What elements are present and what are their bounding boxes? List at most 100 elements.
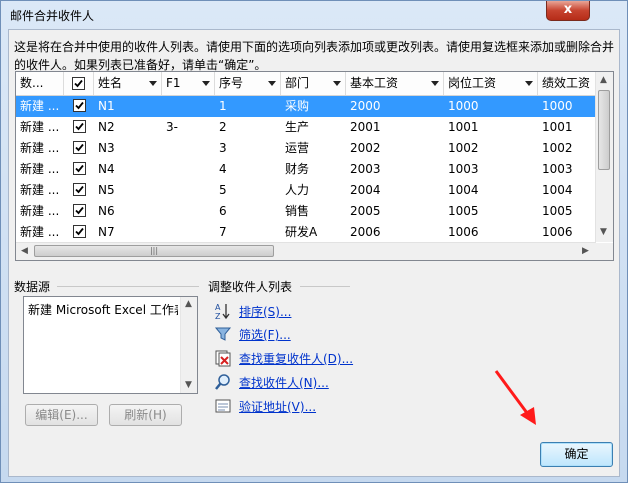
ok-button[interactable]: 确定 xyxy=(540,442,613,467)
recipient-checkbox[interactable] xyxy=(73,225,86,238)
cell-f1: 3- xyxy=(166,120,178,134)
cell-post: 1002 xyxy=(448,141,479,155)
scroll-up-icon[interactable]: ▲ xyxy=(185,299,192,309)
cell-f1 xyxy=(162,96,215,117)
svg-text:Z: Z xyxy=(215,312,221,320)
chevron-down-icon[interactable] xyxy=(202,81,210,86)
scroll-up-icon[interactable]: ▲ xyxy=(600,75,607,85)
cell-num: 1 xyxy=(219,99,227,113)
red-arrow-annotation xyxy=(494,370,536,425)
chevron-down-icon[interactable] xyxy=(431,81,439,86)
recipient-checkbox[interactable] xyxy=(73,120,86,133)
cell-name: N1 xyxy=(98,99,115,113)
header-base-salary[interactable]: 基本工资 xyxy=(346,72,444,95)
vertical-scrollbar[interactable]: ▲ ▼ xyxy=(595,72,613,242)
cell-source: 新建 ... xyxy=(20,183,60,197)
header-f1[interactable]: F1 xyxy=(162,72,215,95)
check-all-checkbox[interactable] xyxy=(72,77,85,90)
table-row[interactable]: 新建 ... N2 3- 2 生产 2001 1001 1001 xyxy=(16,117,601,138)
scroll-right-icon[interactable]: ▶ xyxy=(582,246,589,256)
chevron-down-icon[interactable] xyxy=(149,81,157,86)
scroll-left-icon[interactable]: ◀ xyxy=(21,246,28,256)
svg-text:A: A xyxy=(215,303,221,312)
header-number[interactable]: 序号 xyxy=(215,72,281,95)
instructions-text: 这是将在合并中使用的收件人列表。请使用下面的选项向列表添加项或更改列表。请使用复… xyxy=(14,40,615,72)
close-button[interactable]: x xyxy=(546,1,590,21)
data-source-label: 数据源 xyxy=(14,280,51,294)
cell-num: 5 xyxy=(219,183,227,197)
header-name[interactable]: 姓名 xyxy=(94,72,162,95)
validate-address-icon xyxy=(215,399,231,413)
cell-name: N4 xyxy=(98,162,115,176)
horizontal-scrollbar[interactable]: ◀ ||| ▶ xyxy=(16,242,596,260)
scroll-down-icon[interactable]: ▼ xyxy=(600,227,607,237)
cell-post: 1001 xyxy=(448,120,479,134)
cell-dept: 财务 xyxy=(285,162,310,176)
cell-num: 3 xyxy=(219,141,227,155)
cell-name: N6 xyxy=(98,204,115,218)
cell-name: N5 xyxy=(98,183,115,197)
validate-address-link-label[interactable]: 验证地址(V)... xyxy=(239,398,316,415)
title-bar: 邮件合并收件人 x xyxy=(1,1,627,27)
mail-merge-recipients-dialog: 邮件合并收件人 x 这是将在合并中使用的收件人列表。请使用下面的选项向列表添加项… xyxy=(0,0,628,483)
scroll-down-icon[interactable]: ▼ xyxy=(185,380,192,390)
cell-post: 1000 xyxy=(448,99,479,113)
cell-post: 1005 xyxy=(448,204,479,218)
cell-base: 2002 xyxy=(350,141,381,155)
recipient-checkbox[interactable] xyxy=(73,204,86,217)
data-source-list[interactable]: 新建 Microsoft Excel 工作表 ▲ ▼ xyxy=(23,296,198,394)
sort-link-label[interactable]: 排序(S)... xyxy=(239,303,291,320)
header-performance-salary[interactable]: 绩效工资 xyxy=(538,72,601,95)
cell-dept: 生产 xyxy=(285,120,310,134)
cell-base: 2001 xyxy=(350,120,381,134)
table-row[interactable]: 新建 ... N6 6 销售 2005 1005 1005 xyxy=(16,201,601,222)
cell-perf: 1005 xyxy=(542,204,573,218)
cell-name: N3 xyxy=(98,141,115,155)
recipient-checkbox[interactable] xyxy=(73,99,86,112)
header-post-salary[interactable]: 岗位工资 xyxy=(444,72,538,95)
header-department[interactable]: 部门 xyxy=(281,72,346,95)
cell-dept: 运营 xyxy=(285,141,310,155)
cell-post: 1003 xyxy=(448,162,479,176)
recipient-checkbox[interactable] xyxy=(73,162,86,175)
cell-source: 新建 ... xyxy=(20,141,60,155)
table-row[interactable]: 新建 ... N4 4 财务 2003 1003 1003 xyxy=(16,159,601,180)
data-source-item[interactable]: 新建 Microsoft Excel 工作表 xyxy=(28,301,178,318)
cell-perf: 1000 xyxy=(542,99,573,113)
cell-source: 新建 ... xyxy=(20,99,60,113)
cell-dept: 人力 xyxy=(285,183,310,197)
vertical-scroll-thumb[interactable] xyxy=(598,90,610,170)
data-source-scrollbar[interactable]: ▲ ▼ xyxy=(180,297,197,393)
header-check-all[interactable] xyxy=(64,72,94,95)
refine-list-label: 调整收件人列表 xyxy=(208,280,293,294)
find-recipient-link-label[interactable]: 查找收件人(N)... xyxy=(239,374,329,391)
grid-header: 数... 姓名 F1 序号 部门 基本工资 岗位工资 绩效工资 xyxy=(16,72,601,96)
edit-button[interactable]: 编辑(E)... xyxy=(25,404,98,426)
chevron-down-icon[interactable] xyxy=(525,81,533,86)
sort-icon: A Z xyxy=(215,303,230,320)
scroll-corner xyxy=(596,243,613,260)
refresh-button[interactable]: 刷新(H) xyxy=(109,404,182,426)
cell-dept: 销售 xyxy=(285,204,310,218)
cell-source: 新建 ... xyxy=(20,204,60,218)
table-row[interactable]: 新建 ... N7 7 研发A 2006 1006 1006 xyxy=(16,222,601,243)
cell-post: 1006 xyxy=(448,225,479,239)
table-row[interactable]: 新建 ... N3 3 运营 2002 1002 1002 xyxy=(16,138,601,159)
divider xyxy=(300,286,350,287)
cell-perf: 1006 xyxy=(542,225,573,239)
recipient-checkbox[interactable] xyxy=(73,183,86,196)
divider xyxy=(57,286,199,287)
recipient-list-grid[interactable]: 数... 姓名 F1 序号 部门 基本工资 岗位工资 绩效工资 新建 ... N1… xyxy=(15,71,614,261)
table-row[interactable]: 新建 ... N5 5 人力 2004 1004 1004 xyxy=(16,180,601,201)
cell-source: 新建 ... xyxy=(20,120,60,134)
filter-link-label[interactable]: 筛选(F)... xyxy=(239,326,291,343)
table-row[interactable]: 新建 ... N1 1 采购 2000 1000 1000 xyxy=(16,96,601,117)
chevron-down-icon[interactable] xyxy=(268,81,276,86)
recipient-checkbox[interactable] xyxy=(73,141,86,154)
header-data-source[interactable]: 数... xyxy=(16,72,64,95)
horizontal-scroll-thumb[interactable]: ||| xyxy=(34,245,274,257)
chevron-down-icon[interactable] xyxy=(333,81,341,86)
find-duplicates-link-label[interactable]: 查找重复收件人(D)... xyxy=(239,350,353,367)
cell-f1 xyxy=(162,222,215,243)
cell-base: 2006 xyxy=(350,225,381,239)
